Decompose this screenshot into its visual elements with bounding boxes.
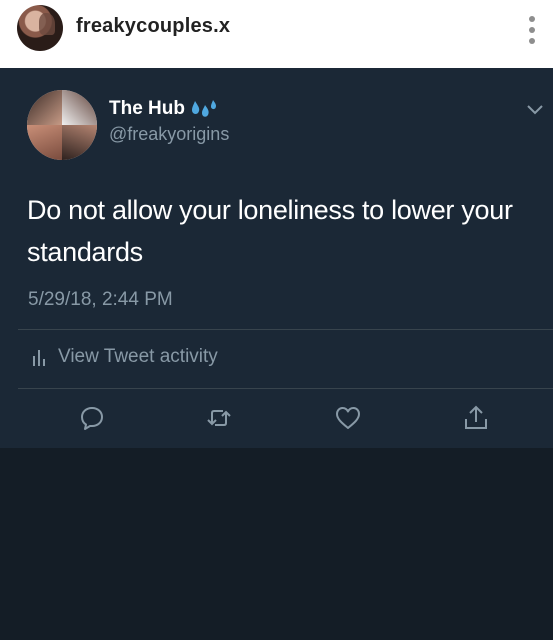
analytics-icon	[33, 350, 45, 366]
view-tweet-activity-label: View Tweet activity	[58, 346, 218, 367]
tweet-card: The Hub @freakyorigins Do not allow your…	[0, 68, 553, 448]
heart-icon[interactable]	[334, 404, 362, 432]
view-tweet-activity-link[interactable]: View Tweet activity	[32, 344, 218, 370]
reply-icon[interactable]	[78, 404, 106, 432]
more-options-icon[interactable]	[526, 16, 538, 44]
profile-avatar[interactable]	[17, 5, 63, 51]
retweet-icon[interactable]	[205, 404, 233, 432]
background-area	[0, 448, 553, 640]
tweet-timestamp: 5/29/18, 2:44 PM	[28, 289, 173, 310]
sweat-droplets-icon	[192, 100, 217, 117]
divider	[18, 329, 553, 330]
divider	[18, 388, 553, 389]
tweet-text: Do not allow your loneliness to lower yo…	[27, 195, 513, 267]
post-header: freakycouples.x	[0, 0, 553, 68]
chevron-down-icon[interactable]	[526, 104, 544, 116]
tweet-author-name[interactable]: The Hub	[109, 98, 185, 120]
tweet-author-handle[interactable]: @freakyorigins	[109, 124, 229, 145]
tweet-author-avatar[interactable]	[27, 90, 97, 160]
share-icon[interactable]	[462, 404, 490, 432]
profile-username[interactable]: freakycouples.x	[76, 15, 230, 38]
